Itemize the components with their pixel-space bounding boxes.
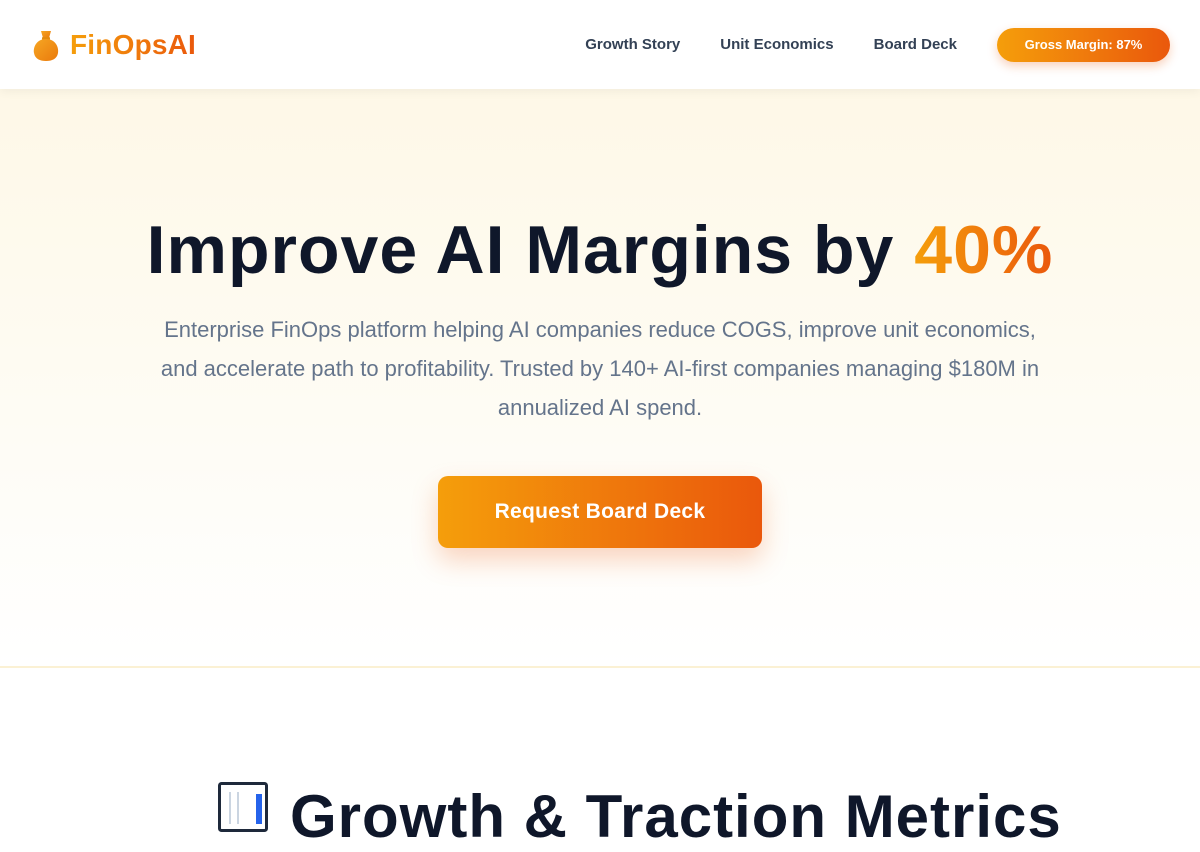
metrics-section: Growth & Traction Metrics bbox=[0, 670, 1200, 850]
brand-logo[interactable]: FinOpsAI bbox=[32, 28, 196, 62]
brand-name: FinOpsAI bbox=[70, 28, 197, 60]
hero-section: Improve AI Margins by 40% Enterprise Fin… bbox=[0, 89, 1200, 668]
main-nav: Growth Story Unit Economics Board Deck G… bbox=[585, 27, 1170, 62]
hero-title-highlight: 40% bbox=[914, 212, 1054, 288]
nav-link-growth-story[interactable]: Growth Story bbox=[585, 36, 680, 53]
nav-link-board-deck[interactable]: Board Deck bbox=[874, 36, 957, 53]
money-bag-icon bbox=[33, 30, 59, 61]
hero-subtitle: Enterprise FinOps platform helping AI co… bbox=[160, 317, 1040, 420]
bar-chart-icon bbox=[218, 782, 268, 832]
metrics-heading: Growth & Traction Metrics bbox=[218, 782, 1062, 852]
hero-title-prefix: Improve AI Margins by bbox=[146, 212, 915, 288]
request-board-deck-button[interactable]: Request Board Deck bbox=[438, 476, 762, 548]
gross-margin-badge[interactable]: Gross Margin: 87% bbox=[997, 27, 1170, 62]
nav-link-unit-economics[interactable]: Unit Economics bbox=[720, 36, 833, 53]
metrics-title: Growth & Traction Metrics bbox=[290, 783, 1062, 850]
top-navbar: FinOpsAI Growth Story Unit Economics Boa… bbox=[0, 0, 1200, 89]
hero-title: Improve AI Margins by 40% bbox=[0, 212, 1200, 288]
